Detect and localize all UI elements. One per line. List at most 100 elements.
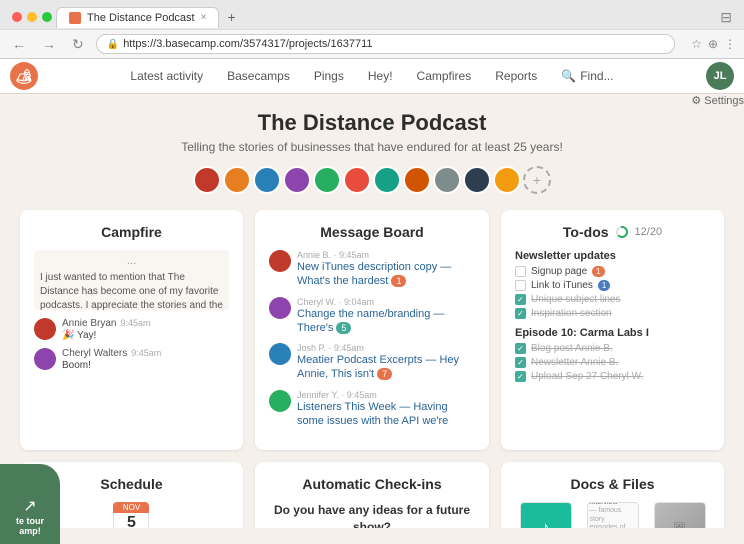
- msg-item-4: Jennifer Y. · 9:45am Listeners This Week…: [269, 390, 475, 429]
- nav-campfires[interactable]: Campfires: [405, 65, 484, 87]
- chat-text-2: Boom!: [62, 359, 229, 372]
- msg-avatar-4: [269, 390, 291, 412]
- doc-thumb-cover[interactable]: 🖼: [654, 502, 706, 528]
- msg-content-1: Annie B. · 9:45am New iTunes description…: [297, 250, 475, 289]
- avatar-6[interactable]: [343, 166, 371, 194]
- todo-badge-1: 1: [592, 266, 604, 277]
- doc-thumb-intro[interactable]: Intro/Outro for Victor's Interview— famo…: [587, 502, 639, 528]
- nav-basecamps[interactable]: Basecamps: [215, 65, 302, 87]
- new-tab-button[interactable]: +: [219, 5, 243, 29]
- campfire-preview-text: …: [40, 256, 223, 267]
- msg-title-3[interactable]: Meatier Podcast Excerpts — Hey Annie, Th…: [297, 353, 475, 382]
- bookmark-button[interactable]: ☆: [691, 37, 702, 51]
- cover-preview: 🖼: [655, 503, 705, 528]
- msg-badge-3: 7: [377, 368, 392, 380]
- avatar-7[interactable]: [373, 166, 401, 194]
- tab-close-icon[interactable]: ×: [201, 12, 207, 23]
- todo-checkbox-3[interactable]: ✓: [515, 294, 526, 305]
- campfire-preview: … I just wanted to mention that The Dist…: [34, 250, 229, 310]
- settings-link[interactable]: ⚙ Settings: [691, 94, 744, 107]
- doc-item-cover: 🖼 Final Cove...: [649, 502, 710, 528]
- app-logo[interactable]: 🏕: [10, 62, 38, 90]
- url-field[interactable]: 🔒 https://3.basecamp.com/3574317/project…: [96, 34, 675, 54]
- msg-avatar-2: [269, 297, 291, 319]
- extension-button[interactable]: ⊕: [708, 37, 718, 51]
- forward-button[interactable]: →: [38, 36, 60, 52]
- avatar-4[interactable]: [283, 166, 311, 194]
- msg-content-2: Cheryl W. · 9:04am Change the name/brand…: [297, 297, 475, 336]
- gear-icon: ⚙: [691, 94, 701, 107]
- avatar-10[interactable]: [463, 166, 491, 194]
- avatar-9[interactable]: [433, 166, 461, 194]
- user-avatar[interactable]: JL: [706, 62, 734, 90]
- chat-avatar-1: [34, 318, 56, 340]
- todo-checkbox-1[interactable]: [515, 266, 526, 277]
- add-member-button[interactable]: +: [523, 166, 551, 194]
- todo-checkbox-5[interactable]: ✓: [515, 343, 526, 354]
- chat-name-2: Cheryl Walters: [62, 348, 127, 359]
- todo-text-6: Newsletter Annie B.: [531, 357, 618, 368]
- nav-pings[interactable]: Pings: [302, 65, 356, 87]
- maximize-button[interactable]: [42, 12, 52, 22]
- nav-right: JL: [706, 62, 734, 90]
- avatar-1[interactable]: [193, 166, 221, 194]
- avatar-5[interactable]: [313, 166, 341, 194]
- chat-time-1: 9:45am: [120, 318, 150, 328]
- campfire-title[interactable]: Campfire: [34, 224, 229, 240]
- active-tab[interactable]: The Distance Podcast ×: [56, 7, 219, 28]
- nav-reports[interactable]: Reports: [483, 65, 549, 87]
- message-board-card: Message Board Annie B. · 9:45am New iTun…: [255, 210, 489, 450]
- avatar-11[interactable]: [493, 166, 521, 194]
- todo-text-2: Link to iTunes: [531, 280, 593, 291]
- todos-card: To-dos 12/20 Newsletter updates Signup p…: [501, 210, 724, 450]
- music-icon: ♪: [541, 518, 550, 528]
- msg-title-4[interactable]: Listeners This Week — Having some issues…: [297, 400, 475, 429]
- avatar-2[interactable]: [223, 166, 251, 194]
- todo-checkbox-4[interactable]: ✓: [515, 308, 526, 319]
- todos-progress: 12/20: [635, 226, 663, 238]
- nav-latest-activity[interactable]: Latest activity: [118, 65, 215, 87]
- todo-section-newsletter: Newsletter updates Signup page 1 Link to…: [515, 250, 710, 319]
- todo-text-3: Unique subject lines: [531, 294, 621, 305]
- tour-arrow-icon: ↗: [23, 496, 36, 516]
- back-button[interactable]: ←: [8, 36, 30, 52]
- todos-title-row: To-dos 12/20: [515, 224, 710, 240]
- close-button[interactable]: [12, 12, 22, 22]
- chat-avatar-2: [34, 348, 56, 370]
- message-board-title[interactable]: Message Board: [269, 224, 475, 240]
- todo-item-5: ✓ Blog post Annie B.: [515, 343, 710, 354]
- minimize-button[interactable]: [27, 12, 37, 22]
- doc-thumb-music[interactable]: ♪: [520, 502, 572, 528]
- docs-title[interactable]: Docs & Files: [515, 476, 710, 492]
- refresh-button[interactable]: ↻: [68, 36, 88, 53]
- cover-icon: 🖼: [673, 523, 686, 528]
- todo-checkbox-6[interactable]: ✓: [515, 357, 526, 368]
- msg-badge-2: 5: [336, 322, 351, 334]
- nav-search[interactable]: 🔍 Find...: [549, 65, 625, 87]
- event-month-1: Nov: [113, 502, 149, 513]
- msg-title-1[interactable]: New iTunes description copy — What's the…: [297, 260, 475, 289]
- nav-hey[interactable]: Hey!: [356, 65, 405, 87]
- todos-title[interactable]: To-dos: [563, 224, 609, 240]
- checkins-title[interactable]: Automatic Check-ins: [269, 476, 475, 492]
- todo-checkbox-2[interactable]: [515, 280, 526, 291]
- campfire-card: Campfire … I just wanted to mention that…: [20, 210, 243, 450]
- msg-content-3: Josh P. · 9:45am Meatier Podcast Excerpt…: [297, 343, 475, 382]
- msg-item-2: Cheryl W. · 9:04am Change the name/brand…: [269, 297, 475, 336]
- progress-ring: [615, 225, 629, 239]
- msg-title-2[interactable]: Change the name/branding — There's 5: [297, 307, 475, 336]
- avatar-3[interactable]: [253, 166, 281, 194]
- avatar-8[interactable]: [403, 166, 431, 194]
- todo-item-4: ✓ Inspiration section: [515, 308, 710, 319]
- schedule-title[interactable]: Schedule: [34, 476, 229, 492]
- todo-text-1: Signup page: [531, 266, 587, 277]
- window-controls: ⊟: [720, 9, 736, 26]
- chat-message-1: Annie Bryan 9:45am 🎉 Yay!: [34, 318, 229, 342]
- todo-item-2: Link to iTunes 1: [515, 280, 710, 291]
- menu-button[interactable]: ⋮: [724, 37, 736, 51]
- todo-item-1: Signup page 1: [515, 266, 710, 277]
- todo-checkbox-7[interactable]: ✓: [515, 371, 526, 382]
- msg-meta-2: Cheryl W. · 9:04am: [297, 297, 475, 307]
- todo-item-6: ✓ Newsletter Annie B.: [515, 357, 710, 368]
- tour-widget[interactable]: ↗ te tour amp!: [0, 464, 60, 544]
